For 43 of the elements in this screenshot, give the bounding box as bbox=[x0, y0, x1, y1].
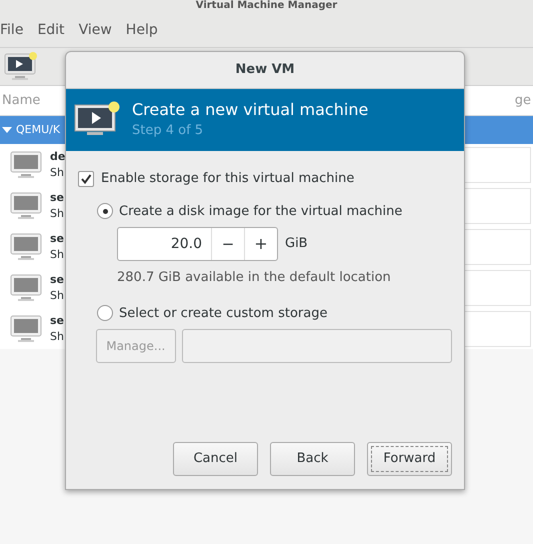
vm-name: se bbox=[50, 190, 64, 206]
vm-status: Sh bbox=[50, 288, 64, 304]
monitor-icon bbox=[10, 190, 44, 220]
radio-label: Create a disk image for the virtual machine bbox=[119, 202, 402, 220]
monitor-icon bbox=[10, 314, 44, 344]
checkbox[interactable] bbox=[78, 170, 94, 187]
menu-item[interactable]: Help bbox=[126, 20, 158, 41]
dialog-button[interactable]: Cancel bbox=[173, 442, 258, 476]
dialog-button[interactable]: Back bbox=[270, 442, 355, 476]
radio-button[interactable] bbox=[97, 203, 113, 220]
size-value: 20.0 bbox=[170, 234, 203, 254]
vm-name: se bbox=[50, 272, 64, 288]
window-title: Virtual Machine Manager bbox=[196, 0, 338, 12]
expander-icon[interactable] bbox=[2, 127, 12, 133]
header-title: Create a new virtual machine bbox=[132, 99, 368, 121]
vm-name: se bbox=[50, 230, 64, 246]
dialog-title: New VM bbox=[235, 61, 295, 80]
menu-item[interactable]: File bbox=[0, 20, 24, 41]
vm-status: Sh bbox=[50, 206, 64, 222]
increment-button[interactable]: + bbox=[244, 228, 277, 260]
vm-name: se bbox=[50, 312, 64, 328]
unit-label: GiB bbox=[285, 235, 308, 254]
vm-status: Sh bbox=[50, 164, 65, 180]
radio-button[interactable] bbox=[97, 305, 113, 322]
storage-path-field[interactable] bbox=[182, 329, 452, 363]
size-spinner[interactable]: 20.0 − + bbox=[117, 227, 278, 261]
menu-item[interactable]: View bbox=[78, 20, 112, 41]
menu-item[interactable]: Edit bbox=[37, 20, 65, 41]
monitor-icon bbox=[10, 272, 44, 302]
monitor-star-icon bbox=[4, 52, 38, 82]
checkbox-label: Enable storage for this virtual machine bbox=[101, 170, 354, 188]
header-step: Step 4 of 5 bbox=[132, 121, 368, 141]
host-label: QEMU/K bbox=[16, 122, 60, 138]
monitor-icon bbox=[10, 150, 44, 180]
dialog-button[interactable]: Forward bbox=[367, 442, 452, 476]
radio-label: Select or create custom storage bbox=[119, 304, 328, 322]
vm-status: Sh bbox=[50, 246, 64, 262]
monitor-icon bbox=[10, 232, 44, 262]
decrement-button[interactable]: − bbox=[211, 228, 244, 260]
vm-status: Sh bbox=[50, 328, 64, 344]
available-space-text: 280.7 GiB available in the default location bbox=[117, 269, 392, 287]
vm-name: de bbox=[50, 148, 66, 164]
new-vm-button[interactable] bbox=[4, 52, 38, 82]
